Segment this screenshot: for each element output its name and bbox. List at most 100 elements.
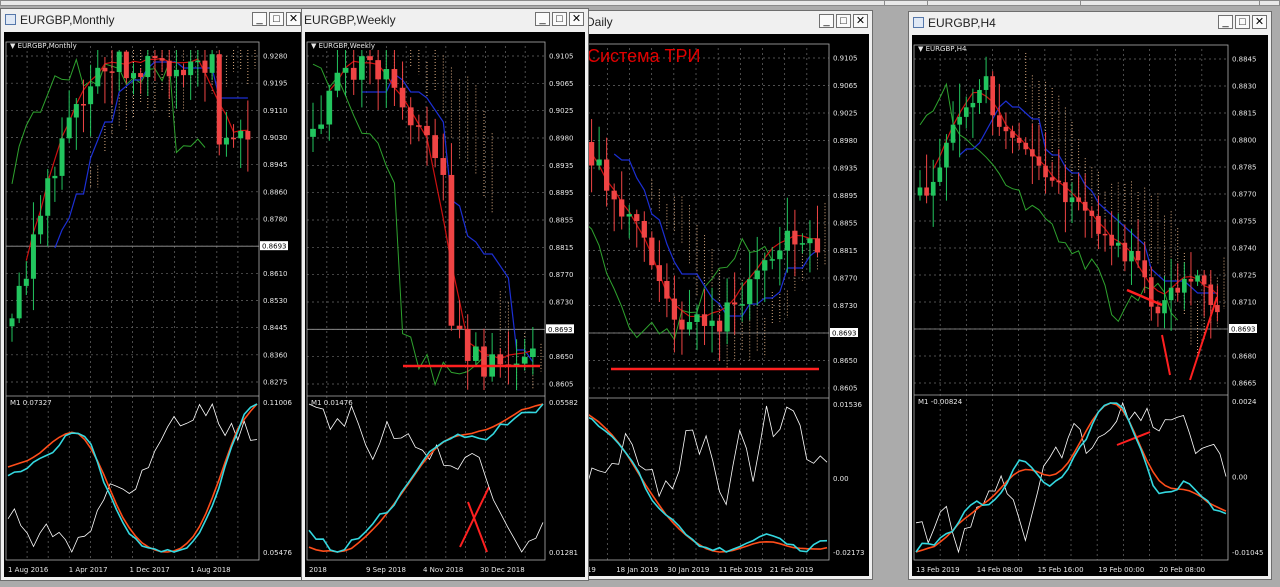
candle-body — [195, 60, 201, 63]
candle-body — [1043, 165, 1048, 178]
close-icon[interactable]: ✕ — [569, 12, 584, 26]
chart-window-weekly[interactable]: EURGBP,Weekly _ □ ✕ 0.9105 0.9065 0.9025 0.… — [301, 8, 589, 581]
chart-area[interactable]: 0.9105 0.9065 0.9025 0.8980 0.8935 0.8895 0.88… — [561, 34, 869, 576]
indicator-label: M1 0.01476 — [311, 399, 353, 407]
candle-body — [604, 159, 610, 191]
candle-body — [769, 259, 775, 261]
price-axis-label: 0.8980 — [833, 137, 858, 145]
window-title: EURGBP,Weekly — [304, 13, 396, 27]
candle-body — [1023, 142, 1029, 150]
minimize-icon[interactable]: _ — [1218, 15, 1233, 29]
indicator-scale-label: 0.11006 — [263, 399, 292, 407]
chart-window-h4[interactable]: EURGBP,H4 _ □ ✕ 0.8845 0.8830 0.8815 0.8800… — [908, 11, 1272, 580]
close-icon[interactable]: ✕ — [1252, 15, 1267, 29]
date-axis-label: 1 Aug 2018 — [190, 566, 230, 574]
candle-body — [664, 281, 670, 299]
close-icon[interactable]: ✕ — [286, 12, 301, 26]
maximize-icon[interactable]: □ — [1235, 15, 1250, 29]
candle-body — [619, 199, 625, 217]
candle-body — [130, 73, 137, 79]
date-axis-label: 21 Feb 2019 — [770, 566, 814, 574]
window-titlebar[interactable]: Daily _ □ ✕ — [558, 11, 872, 33]
tenkan-sen-line — [583, 136, 818, 318]
indicator-scale-label: -0.01045 — [1232, 549, 1263, 557]
price-axis-label: 0.8815 — [1232, 110, 1257, 118]
candle-body — [209, 54, 215, 73]
candle-body — [754, 270, 760, 280]
chart-window-monthly[interactable]: EURGBP,Monthly _ □ ✕ 0.9280 0.9195 0.9110 0… — [0, 8, 306, 581]
price-axis-label: 0.8845 — [1232, 56, 1257, 64]
price-axis-label: 0.9110 — [263, 107, 288, 115]
window-titlebar[interactable]: EURGBP,Weekly _ □ ✕ — [302, 9, 588, 31]
candle-body — [784, 230, 790, 251]
candle-body — [59, 138, 65, 176]
chart-window-icon — [5, 14, 16, 25]
candle-body — [109, 71, 115, 73]
date-axis-label: 30 Dec 2018 — [480, 566, 525, 574]
current-price-label: 0.8693 — [1231, 326, 1256, 334]
price-axis-label: 0.8730 — [549, 299, 574, 307]
candle-body — [1076, 197, 1081, 202]
price-axis-label: 0.9195 — [263, 80, 288, 88]
price-axis-label: 0.8780 — [263, 216, 288, 224]
maximize-icon[interactable]: □ — [552, 12, 567, 26]
current-price-label: 0.8693 — [832, 330, 857, 338]
candle-body — [944, 142, 949, 168]
candle-body — [1182, 278, 1187, 293]
candle-body — [1208, 284, 1214, 306]
candle-body — [1122, 242, 1128, 262]
chart-area[interactable]: 0.8845 0.8830 0.8815 0.8800 0.8785 0.8770 0.87… — [912, 35, 1268, 576]
candle-body — [1089, 210, 1095, 216]
price-axis-label: 0.8785 — [1232, 164, 1257, 172]
candle-body — [416, 125, 422, 127]
price-axis-label: 0.8895 — [549, 189, 574, 197]
price-axis-label: 0.8710 — [1232, 299, 1257, 307]
chart-area[interactable]: 0.9280 0.9195 0.9110 0.9030 0.8945 0.8860 0.87… — [4, 32, 302, 577]
plot-frame — [562, 43, 830, 561]
candle-body — [686, 321, 693, 330]
window-titlebar[interactable]: EURGBP,H4 _ □ ✕ — [909, 12, 1271, 34]
price-axis-label: 0.8945 — [263, 161, 288, 169]
candle-body — [350, 67, 357, 80]
indicator-scale-label: 0.01536 — [833, 401, 862, 409]
minimize-icon[interactable]: _ — [819, 14, 834, 28]
candle-body — [957, 116, 962, 125]
candle-body — [73, 104, 79, 118]
price-axis-label: 0.9280 — [263, 53, 288, 61]
candle-body — [1115, 242, 1121, 246]
candle-body — [45, 178, 51, 216]
window-titlebar[interactable]: EURGBP,Monthly _ □ ✕ — [1, 9, 305, 31]
price-axis-label: 0.8770 — [549, 271, 574, 279]
indicator-scale-label: 0.05476 — [263, 549, 292, 557]
minimize-icon[interactable]: _ — [535, 12, 550, 26]
price-axis-label: 0.8650 — [549, 353, 574, 361]
window-title: EURGBP,Monthly — [20, 13, 115, 27]
candle-body — [1215, 305, 1220, 313]
price-axis-label: 0.8830 — [1232, 83, 1257, 91]
minimize-icon[interactable]: _ — [252, 12, 267, 26]
price-axis-label: 0.8800 — [1232, 137, 1257, 145]
close-icon[interactable]: ✕ — [853, 14, 868, 28]
candle-body — [473, 346, 479, 361]
candle-body — [38, 215, 44, 235]
candle-body — [440, 158, 447, 175]
price-axis-label: 0.8895 — [833, 192, 858, 200]
candle-body — [152, 55, 158, 59]
candle-body — [990, 76, 996, 116]
candle-body — [367, 56, 373, 61]
maximize-icon[interactable]: □ — [269, 12, 284, 26]
candle-body — [310, 128, 316, 137]
candle-body — [1175, 287, 1181, 293]
date-axis-label: 1 Aug 2016 — [8, 566, 49, 574]
chart-window-daily[interactable]: Daily _ □ ✕ 0.9105 0.9065 0.9025 0.8980 0.89… — [557, 10, 873, 580]
maximize-icon[interactable]: □ — [836, 14, 851, 28]
date-axis-label: 19 Feb 00:00 — [1098, 566, 1144, 574]
chart-window-icon — [913, 17, 924, 28]
candle-body — [732, 302, 738, 305]
candle-body — [634, 214, 640, 221]
chart-area[interactable]: 0.9105 0.9065 0.9025 0.8980 0.8935 0.8895 0.88… — [305, 32, 585, 577]
candle-body — [1030, 149, 1035, 157]
tenkan-sen-line — [328, 60, 534, 360]
down-arrow-annotation — [1161, 334, 1171, 376]
price-axis-label: 0.8665 — [1232, 380, 1257, 388]
